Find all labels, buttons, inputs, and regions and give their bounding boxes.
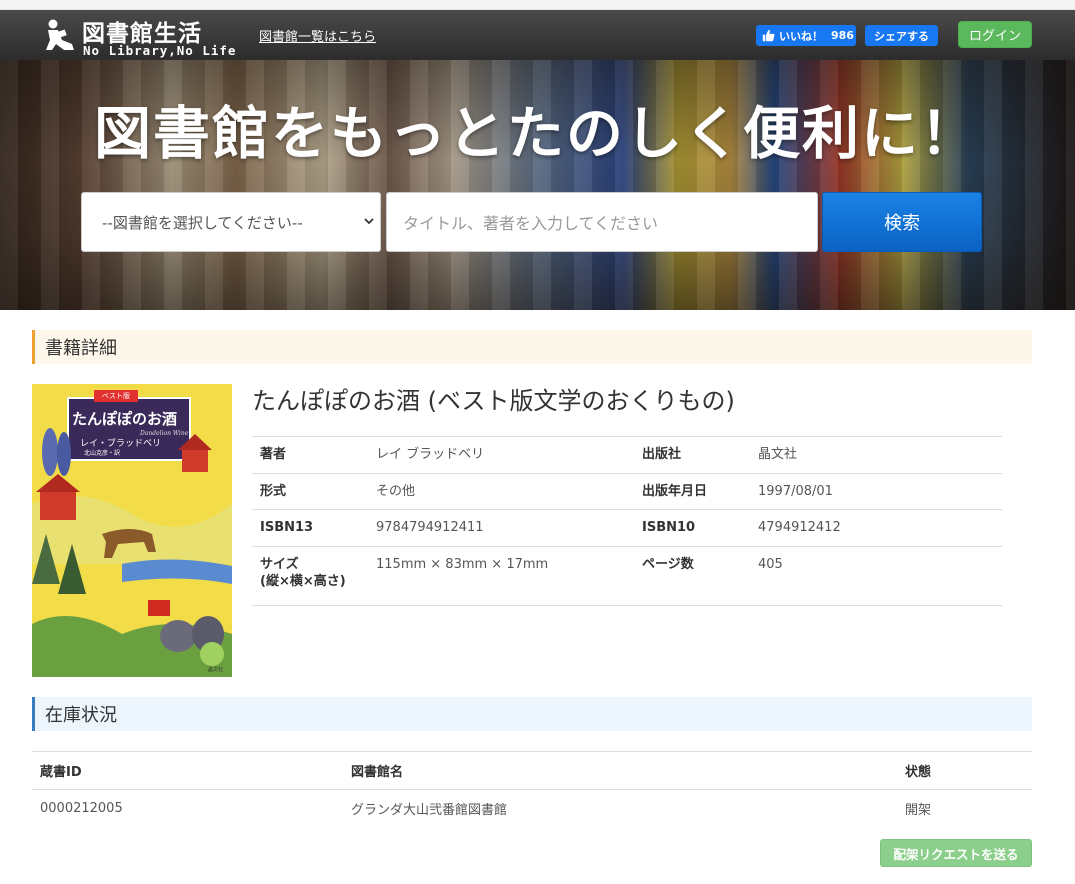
detail-key-size-note: (縦×横×高さ) <box>260 574 346 590</box>
detail-value: 115mm × 83mm × 17mm <box>368 545 634 606</box>
detail-key: 出版年月日 <box>634 472 750 510</box>
stock-table: 蔵書ID 図書館名 状態 0000212005 グランダ大山弐番館図書館 開架 <box>32 751 1032 827</box>
site-header: 図書館生活 No Library,No Life 図書館一覧はこちら いいね！ … <box>0 10 1075 60</box>
detail-value: 405 <box>750 545 1002 606</box>
detail-value: レイ ブラッドベリ <box>368 436 634 474</box>
book-title: たんぽぽのお酒 (ベスト版文学のおくりもの) <box>252 387 735 415</box>
library-select[interactable]: --図書館を選択してください-- <box>81 192 381 252</box>
cover-title: たんぽぽのお酒 <box>72 410 178 428</box>
hero-headline: 図書館をもっとたのしく便利に！ <box>94 101 979 167</box>
column-header: 状態 <box>897 751 1032 790</box>
search-button[interactable]: 検索 <box>822 192 982 252</box>
book-detail-heading: 書籍詳細 <box>32 330 1032 364</box>
holding-id: 0000212005 <box>32 789 343 827</box>
logo-subtitle: No Library,No Life <box>83 43 237 58</box>
cover-badge: ベスト版 <box>101 392 131 400</box>
table-row: ISBN13 9784794912411 ISBN10 4794912412 <box>252 509 1002 547</box>
detail-key: ページ数 <box>634 545 750 606</box>
hero-banner: 図書館をもっとたのしく便利に！ --図書館を選択してください-- タイトル、著者… <box>0 60 1075 310</box>
stock-status-heading: 在庫状況 <box>32 697 1032 731</box>
detail-key: 著者 <box>252 436 368 474</box>
table-row: サイズ (縦×横×高さ) 115mm × 83mm × 17mm ページ数 40… <box>252 545 1002 606</box>
detail-key: ISBN13 <box>252 509 368 547</box>
table-row: 著者 レイ ブラッドベリ 出版社 晶文社 <box>252 436 1002 474</box>
book-cover-image: ベスト版 たんぽぽのお酒 Dandelion Wine レイ・ブラッドベリ 北山… <box>32 384 232 677</box>
reading-person-icon <box>46 19 74 50</box>
library-list-link[interactable]: 図書館一覧はこちら <box>259 26 376 45</box>
detail-key-size: サイズ <box>260 556 299 572</box>
table-row: 0000212005 グランダ大山弐番館図書館 開架 <box>32 789 1032 827</box>
facebook-like-button[interactable]: いいね！ 986 <box>756 25 856 46</box>
detail-value: 晶文社 <box>750 436 1002 474</box>
shelf-request-button[interactable]: 配架リクエストを送る <box>880 839 1032 867</box>
cover-translator: 北山克彦・訳 <box>84 450 121 457</box>
browser-top-strip <box>0 0 1075 10</box>
detail-value: 4794912412 <box>750 509 1002 547</box>
login-button[interactable]: ログイン <box>958 21 1032 48</box>
table-header-row: 蔵書ID 図書館名 状態 <box>32 751 1032 790</box>
book-detail-table: 著者 レイ ブラッドベリ 出版社 晶文社 形式 その他 出版年月日 1997/0… <box>252 436 1002 606</box>
thumbs-up-icon <box>762 29 775 42</box>
library-select-value: --図書館を選択してください-- <box>102 213 303 232</box>
column-header: 図書館名 <box>343 751 897 790</box>
facebook-share-button[interactable]: シェアする <box>865 25 938 46</box>
holding-status: 開架 <box>897 789 1032 827</box>
detail-value: 1997/08/01 <box>750 472 1002 510</box>
detail-key: 形式 <box>252 472 368 510</box>
cover-publisher: 晶文社 <box>208 667 224 673</box>
site-logo[interactable]: 図書館生活 No Library,No Life <box>44 14 244 58</box>
detail-value: その他 <box>368 472 634 510</box>
search-input[interactable]: タイトル、著者を入力してください <box>386 192 818 252</box>
fb-like-label: いいね！ <box>779 29 823 43</box>
library-name: グランダ大山弐番館図書館 <box>343 789 897 827</box>
column-header: 蔵書ID <box>32 751 343 790</box>
detail-value: 9784794912411 <box>368 509 634 547</box>
detail-key: ISBN10 <box>634 509 750 547</box>
table-row: 形式 その他 出版年月日 1997/08/01 <box>252 472 1002 510</box>
fb-like-count: 986 <box>831 29 854 42</box>
detail-key: 出版社 <box>634 436 750 474</box>
detail-key: サイズ (縦×横×高さ) <box>252 545 368 606</box>
chevron-down-icon <box>364 218 374 225</box>
